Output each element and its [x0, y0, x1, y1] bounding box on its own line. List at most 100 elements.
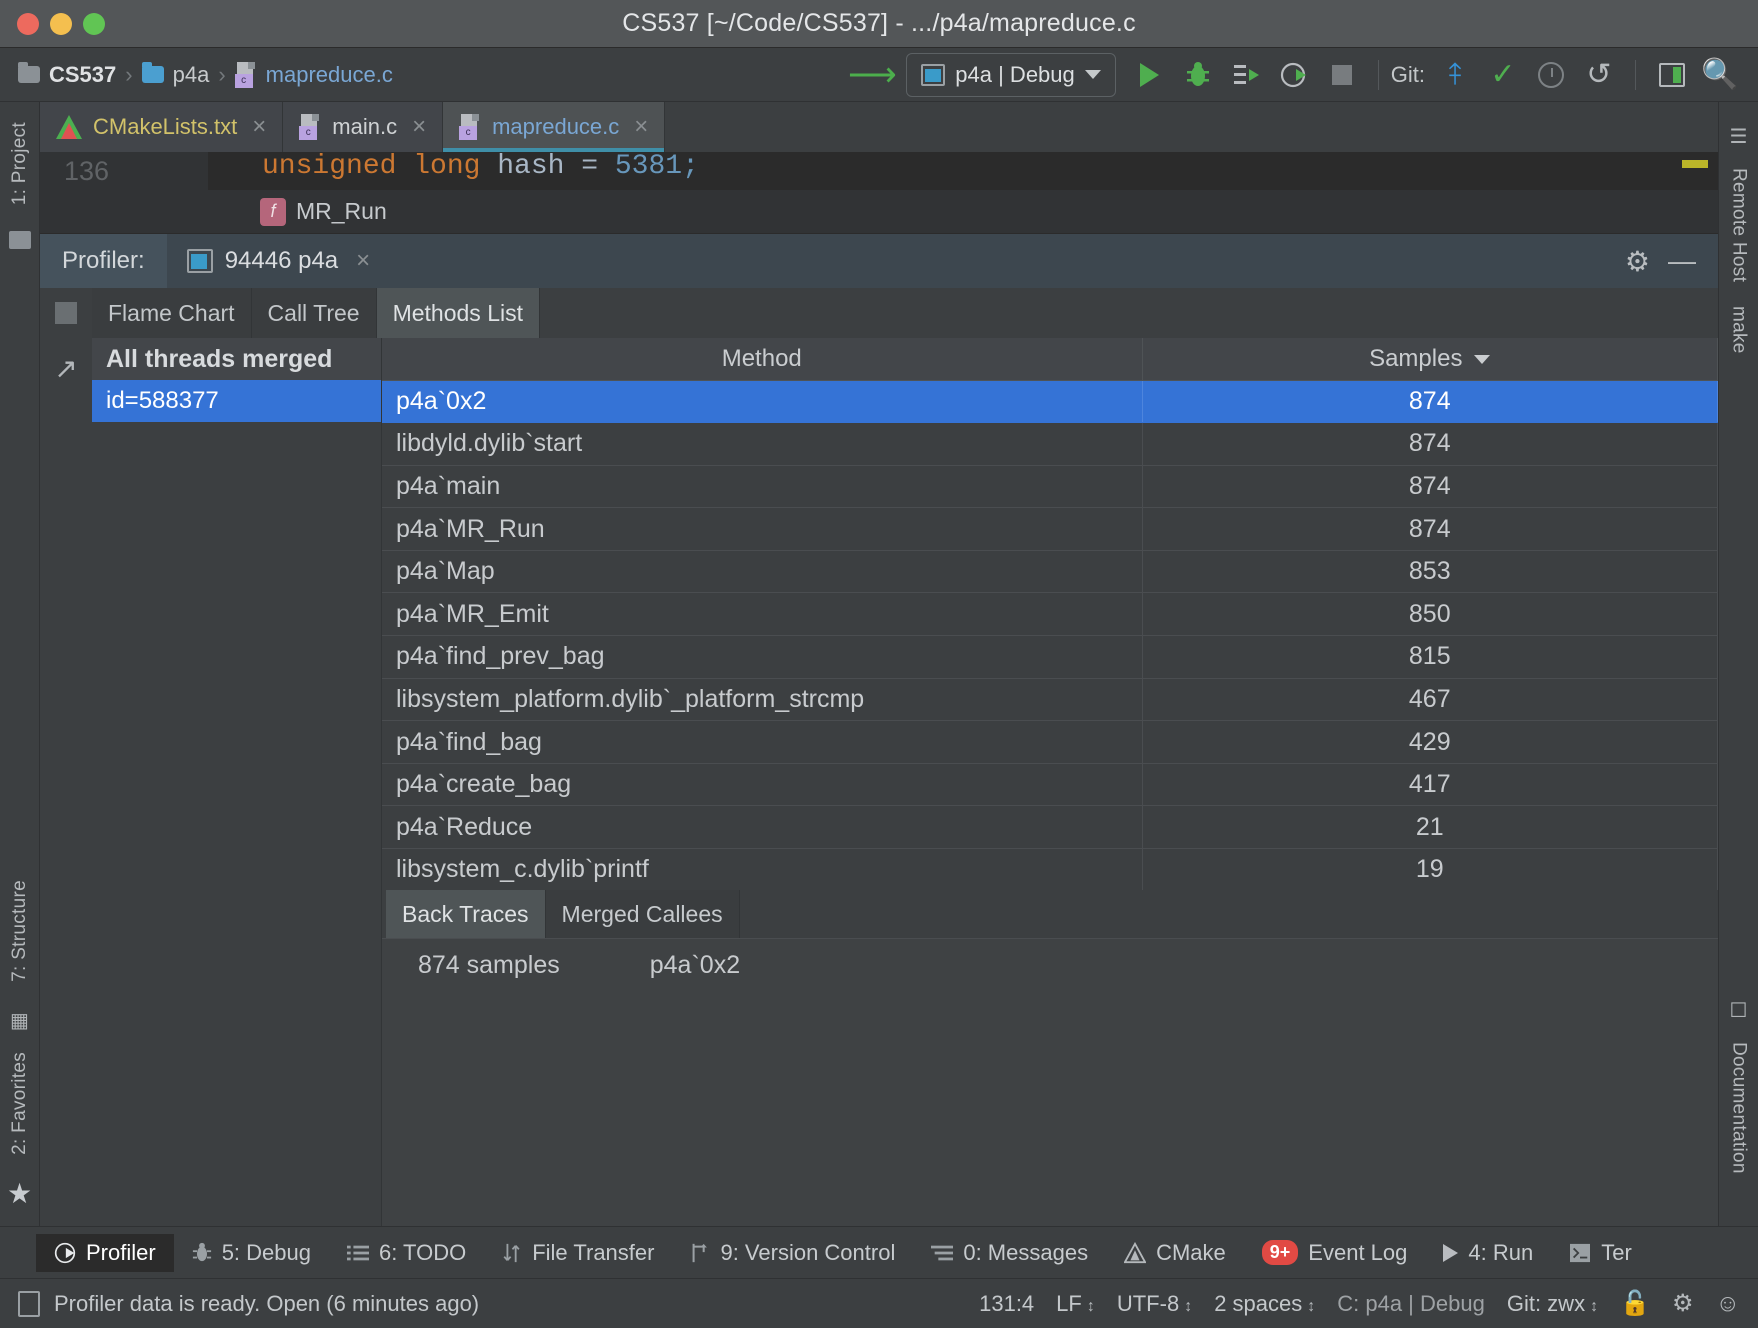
status-message[interactable]: Profiler data is ready. Open (6 minutes … [54, 1291, 479, 1317]
tool-window-terminal[interactable]: Ter [1551, 1234, 1650, 1272]
run-configuration-selector[interactable]: p4a | Debug [906, 53, 1115, 97]
tool-window-file-transfer[interactable]: File Transfer [484, 1234, 672, 1272]
table-row[interactable]: p4a`MR_Run874 [382, 508, 1718, 551]
sidebar-item-project[interactable]: 1: Project [9, 110, 31, 217]
indent-setting[interactable]: 2 spaces↕ [1214, 1291, 1315, 1317]
window-title: CS537 [~/Code/CS537] - .../p4a/mapreduce… [0, 9, 1758, 38]
samples-cell: 853 [1142, 550, 1718, 593]
tool-window-debug[interactable]: 5: Debug [174, 1234, 329, 1272]
column-header-method[interactable]: Method [382, 338, 1142, 380]
lock-icon[interactable]: 🔓 [1620, 1289, 1650, 1318]
expand-icon[interactable]: ↗ [54, 352, 77, 1226]
back-traces-row[interactable]: 874 samples p4a`0x2 [382, 951, 740, 1226]
tab-flame-chart[interactable]: Flame Chart [92, 288, 252, 338]
breadcrumb-item-project[interactable]: CS537 [18, 62, 116, 88]
git-history-button[interactable] [1527, 53, 1575, 97]
search-everywhere-button[interactable]: 🔍 [1696, 53, 1744, 97]
run-with-coverage-button[interactable] [1222, 53, 1270, 97]
line-separator[interactable]: LF↕ [1056, 1291, 1095, 1317]
column-header-samples-label: Samples [1369, 345, 1462, 372]
git-rollback-button[interactable]: ↺ [1575, 53, 1623, 97]
breadcrumb-item-file[interactable]: c mapreduce.c [235, 62, 393, 88]
samples-cell: 417 [1142, 763, 1718, 806]
notification-icon[interactable] [18, 1291, 40, 1317]
sidebar-item-structure[interactable]: 7: Structure [9, 868, 31, 994]
tab-merged-callees[interactable]: Merged Callees [546, 890, 740, 938]
profiler-process-tab[interactable]: 94446 p4a × [167, 234, 390, 288]
close-icon[interactable]: × [356, 247, 370, 275]
gear-icon[interactable]: ⚙ [1625, 245, 1650, 278]
profile-button[interactable] [1270, 53, 1318, 97]
profiler-toggle-button[interactable] [40, 288, 92, 338]
profiler-process-label: 94446 p4a [225, 247, 338, 275]
sidebar-item-make[interactable]: make [1728, 294, 1750, 366]
git-label: Git: [1391, 62, 1425, 88]
stop-button[interactable] [1318, 53, 1366, 97]
tool-window-event-log[interactable]: 9+ Event Log [1244, 1234, 1426, 1272]
table-row[interactable]: p4a`main874 [382, 465, 1718, 508]
table-row[interactable]: libsystem_c.dylib`printf19 [382, 849, 1718, 890]
back-traces-body: 874 samples p4a`0x2 [382, 938, 1718, 1226]
git-update-button[interactable]: ⤉ [1431, 53, 1479, 97]
editor-tab-main-c[interactable]: c main.c × [283, 102, 443, 152]
sidebar-item-remote-host[interactable]: Remote Host [1728, 156, 1750, 294]
editor-tab-mapreduce-c[interactable]: c mapreduce.c × [443, 102, 665, 152]
table-header-row: Method Samples [382, 338, 1718, 380]
table-row[interactable]: p4a`Map853 [382, 550, 1718, 593]
editor-code-area[interactable]: 136 unsigned long hash = 5381; [40, 152, 1718, 190]
samples-cell: 21 [1142, 806, 1718, 849]
debug-button[interactable] [1174, 53, 1222, 97]
code-text: hash = [480, 152, 614, 182]
tool-window-profiler[interactable]: Profiler [36, 1234, 174, 1272]
tool-window-messages[interactable]: 0: Messages [913, 1234, 1106, 1272]
status-bar-right: 131:4 LF↕ UTF-8↕ 2 spaces↕ C: p4a | Debu… [979, 1289, 1740, 1318]
bug-icon [1185, 61, 1211, 89]
table-row[interactable]: p4a`find_bag429 [382, 721, 1718, 764]
toggle-panel-button[interactable] [1648, 53, 1696, 97]
tool-window-todo[interactable]: 6: TODO [329, 1234, 484, 1272]
tool-window-cmake[interactable]: CMake [1106, 1234, 1244, 1272]
breadcrumb-item-folder[interactable]: p4a [142, 62, 210, 88]
tab-back-traces[interactable]: Back Traces [386, 890, 546, 938]
table-row[interactable]: p4a`create_bag417 [382, 763, 1718, 806]
inspections-icon[interactable]: ⚙ [1672, 1289, 1694, 1318]
close-icon[interactable]: × [412, 113, 426, 141]
close-icon[interactable]: × [252, 113, 266, 141]
samples-cell: 850 [1142, 593, 1718, 636]
build-config[interactable]: C: p4a | Debug [1337, 1291, 1485, 1317]
table-row[interactable]: libdyld.dylib`start874 [382, 423, 1718, 466]
close-icon[interactable]: × [634, 113, 648, 141]
table-row[interactable]: p4a`Reduce21 [382, 806, 1718, 849]
messages-icon [931, 1243, 953, 1263]
table-row[interactable]: p4a`MR_Emit850 [382, 593, 1718, 636]
file-encoding[interactable]: UTF-8↕ [1117, 1291, 1192, 1317]
run-configuration-label: p4a | Debug [955, 62, 1074, 88]
run-button[interactable] [1126, 53, 1174, 97]
terminal-icon [1569, 1243, 1591, 1263]
sidebar-item-favorites[interactable]: 2: Favorites [9, 1040, 31, 1167]
build-button[interactable]: ⟵ [848, 53, 896, 97]
git-branch[interactable]: Git: zwx↕ [1507, 1291, 1598, 1317]
editor-tab-cmakelists[interactable]: CMakeLists.txt × [40, 102, 283, 152]
tab-call-tree[interactable]: Call Tree [252, 288, 377, 338]
thread-row[interactable]: id=588377 [92, 380, 381, 422]
sidebar-item-documentation[interactable]: Documentation [1728, 1030, 1750, 1186]
tool-window-version-control[interactable]: 9: Version Control [672, 1234, 913, 1272]
branch-icon [690, 1242, 710, 1264]
method-cell: p4a`MR_Emit [382, 593, 1142, 636]
minimize-icon[interactable]: — [1668, 245, 1696, 277]
hector-icon[interactable]: ☺ [1715, 1290, 1740, 1318]
tool-window-label: Ter [1601, 1240, 1632, 1266]
column-header-samples[interactable]: Samples [1142, 338, 1718, 380]
tab-methods-list[interactable]: Methods List [377, 288, 540, 338]
table-row[interactable]: p4a`0x2874 [382, 380, 1718, 423]
methods-table-scroll[interactable]: Method Samples p4a`0x2874libdyld.dylib`s… [382, 338, 1718, 890]
table-row[interactable]: p4a`find_prev_bag815 [382, 636, 1718, 679]
caret-position[interactable]: 131:4 [979, 1291, 1034, 1317]
tool-window-label: Event Log [1308, 1240, 1407, 1266]
tool-window-run[interactable]: 4: Run [1425, 1234, 1551, 1272]
back-traces-tabs: Back Traces Merged Callees [382, 890, 1718, 938]
editor-breadcrumb-label[interactable]: MR_Run [296, 198, 387, 225]
git-commit-button[interactable]: ✓ [1479, 53, 1527, 97]
table-row[interactable]: libsystem_platform.dylib`_platform_strcm… [382, 678, 1718, 721]
